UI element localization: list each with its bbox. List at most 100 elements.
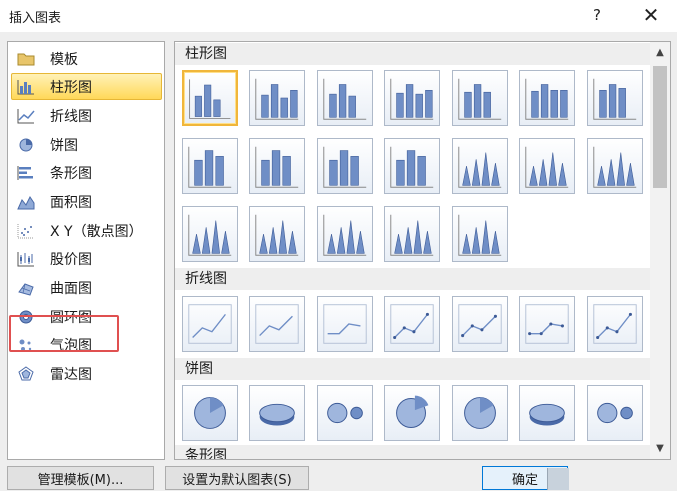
chart-subtype-thumbnail[interactable] [452,206,508,262]
thumbnail-graphic [525,78,569,120]
set-default-chart-button[interactable]: 设置为默认图表(S) [165,466,309,490]
chart-subtype-thumbnail[interactable] [587,138,643,194]
chart-subtype-thumbnail[interactable] [249,385,305,441]
chart-subtype-thumbnail[interactable] [182,206,238,262]
chart-subtype-thumbnail[interactable] [182,296,238,352]
thumbnail-graphic [255,146,299,188]
chart-subtype-thumbnail[interactable] [384,206,440,262]
thumbnail-graphic [255,78,299,120]
bar-chart-icon [17,165,33,180]
vertical-scrollbar[interactable]: ▲ ▼ [650,42,670,459]
chart-subtype-thumbnail[interactable] [249,206,305,262]
chart-subtype-thumbnail[interactable] [182,70,238,126]
scrollbar-thumb[interactable] [653,66,667,188]
group-header-column: 柱形图 [175,43,650,65]
manage-templates-button[interactable]: 管理模板(M)... [7,466,154,490]
chart-subtype-thumbnail[interactable] [587,385,643,441]
thumbnail-graphic [464,397,496,429]
chart-subtype-thumbnail[interactable] [384,385,440,441]
group-header-bar: 条形图 [175,445,650,459]
chart-subtype-thumbnail[interactable] [384,296,440,352]
chart-type-stock[interactable]: 股价图 [11,245,162,272]
scatter-chart-icon [17,223,34,238]
chart-type-column[interactable]: 柱形图 [11,73,162,100]
thumbnail-graphic [255,304,299,344]
chart-subtype-thumbnail[interactable] [452,70,508,126]
thumbnail-graphic [323,214,367,256]
help-button[interactable]: ? [584,3,610,27]
chart-type-pie[interactable]: 饼图 [11,131,162,158]
chart-subtype-thumbnail[interactable] [519,70,575,126]
chart-subtype-gallery: 柱形图 折线图 饼图 条形图 ▲ ▼ [174,41,671,460]
thumbnail-graphic [323,146,367,188]
chart-subtype-thumbnail[interactable] [249,296,305,352]
chart-type-bar[interactable]: 条形图 [11,159,162,186]
thumbnail-graphic [189,79,231,119]
chart-type-label: 折线图 [50,108,92,125]
chart-type-label: 雷达图 [50,366,92,383]
thumbnail-graphic [390,304,434,344]
chart-type-label: X Y（散点图） [50,223,143,240]
area-chart-icon [17,195,35,209]
chart-subtype-thumbnail[interactable] [519,138,575,194]
chart-type-label: 柱形图 [50,79,92,96]
chart-type-label: 圆环图 [50,309,92,326]
chart-subtype-thumbnail[interactable] [317,70,373,126]
thumbnail-graphic [259,403,295,426]
chart-type-label: 曲面图 [50,280,92,297]
chart-type-list: 模板 柱形图 折线图 饼图 条形图 面积图 X Y（散点图） 股价图 曲面图 圆… [7,41,165,460]
chart-subtype-thumbnail[interactable] [452,385,508,441]
chart-subtype-thumbnail[interactable] [317,385,373,441]
chart-type-label: 气泡图 [50,337,92,354]
group-header-line: 折线图 [175,268,650,290]
thumbnail-graphic [390,146,434,188]
chart-subtype-thumbnail[interactable] [452,296,508,352]
chart-type-label: 模板 [50,51,78,68]
chart-subtype-thumbnail[interactable] [182,385,238,441]
chart-type-area[interactable]: 面积图 [11,188,162,215]
chart-subtype-thumbnail[interactable] [182,138,238,194]
chart-type-line[interactable]: 折线图 [11,102,162,129]
chart-subtype-thumbnail[interactable] [519,296,575,352]
stock-chart-icon [17,251,34,266]
thumbnail-graphic [597,402,633,424]
bubble-chart-icon [19,339,32,351]
chart-type-doughnut[interactable]: 圆环图 [11,303,162,330]
thumbnail-graphic [327,402,363,424]
chart-subtype-thumbnail[interactable] [384,138,440,194]
thumbnail-graphic [458,78,502,120]
thumbnail-graphic [188,214,232,256]
chart-subtype-thumbnail[interactable] [587,296,643,352]
chart-type-templates[interactable]: 模板 [11,45,162,72]
chart-type-surface[interactable]: 曲面图 [11,274,162,301]
thumbnail-graphic [525,146,569,188]
scroll-down-arrow-icon[interactable]: ▼ [650,440,670,457]
chart-subtype-thumbnail[interactable] [587,70,643,126]
thumbnail-graphic [458,214,502,256]
thumbnail-graphic [194,397,226,429]
chart-subtype-thumbnail[interactable] [317,138,373,194]
chart-subtype-thumbnail[interactable] [452,138,508,194]
thumbnail-graphic [390,214,434,256]
thumbnail-graphic [323,78,367,120]
thumbnail-graphic [458,304,502,344]
chart-subtype-thumbnail[interactable] [249,138,305,194]
thumbnail-graphic [188,304,232,344]
chart-subtype-thumbnail[interactable] [384,70,440,126]
cancel-button-partial[interactable] [547,468,569,490]
radar-chart-icon [18,365,34,380]
thumbnail-graphic [593,78,637,120]
chart-type-radar[interactable]: 雷达图 [11,360,162,387]
scroll-up-arrow-icon[interactable]: ▲ [650,44,670,61]
chart-subtype-thumbnail[interactable] [249,70,305,126]
thumbnail-graphic [529,403,565,426]
chart-type-scatter[interactable]: X Y（散点图） [11,217,162,244]
chart-subtype-thumbnail[interactable] [317,296,373,352]
close-button[interactable]: ✕ [638,3,664,27]
thumbnail-graphic [396,395,429,428]
dialog-body: 模板 柱形图 折线图 饼图 条形图 面积图 X Y（散点图） 股价图 曲面图 圆… [0,32,677,491]
group-header-pie: 饼图 [175,358,650,380]
chart-type-bubble[interactable]: 气泡图 [11,331,162,358]
chart-subtype-thumbnail[interactable] [317,206,373,262]
chart-subtype-thumbnail[interactable] [519,385,575,441]
